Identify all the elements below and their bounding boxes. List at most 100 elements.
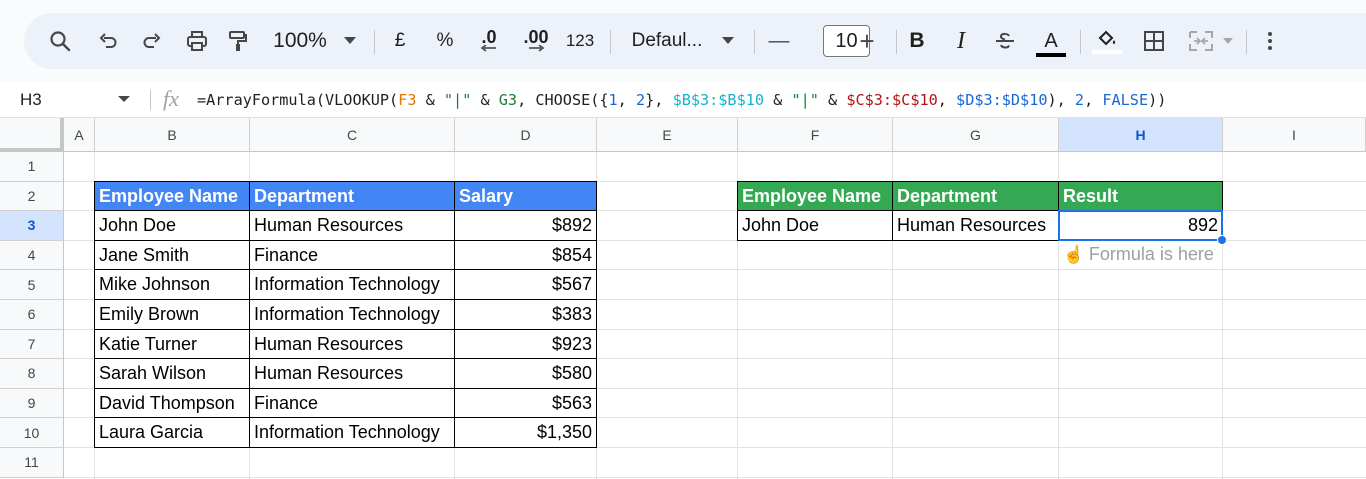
source-table-cell[interactable]: $854 — [454, 239, 597, 271]
lookup-table-header: Department — [892, 180, 1059, 212]
lookup-table-cell[interactable]: John Doe — [737, 210, 893, 241]
source-table-cell[interactable]: Human Resources — [249, 210, 455, 241]
print-icon[interactable] — [180, 13, 214, 69]
source-table-cell[interactable]: Information Technology — [249, 417, 455, 448]
formula-token: FALSE — [1102, 91, 1149, 109]
source-table-cell[interactable]: Jane Smith — [94, 239, 250, 271]
toolbar: 100% £ % .0 .00 123 Defaul... — 10 + B I — [24, 13, 1366, 69]
source-table-cell[interactable]: Sarah Wilson — [94, 358, 250, 389]
source-table-cell[interactable]: $567 — [454, 269, 597, 300]
row-header-3[interactable]: 3 — [0, 211, 64, 241]
source-table-cell[interactable]: $563 — [454, 387, 597, 419]
source-table-cell[interactable]: Emily Brown — [94, 299, 250, 330]
strikethrough-icon[interactable] — [990, 13, 1020, 69]
name-box-dropdown-icon[interactable] — [118, 96, 130, 102]
column-header-i[interactable]: I — [1223, 118, 1366, 152]
source-table-cell[interactable]: Finance — [249, 387, 455, 419]
lookup-table-header: Employee Name — [737, 180, 893, 212]
fill-handle[interactable] — [1217, 234, 1227, 245]
undo-icon[interactable] — [92, 13, 124, 69]
text-color-swatch — [1036, 53, 1066, 57]
formula-token: =ArrayFormula(VLOOKUP( — [197, 91, 399, 109]
search-icon[interactable] — [44, 13, 76, 69]
source-table-cell[interactable]: $580 — [454, 358, 597, 389]
column-header-g[interactable]: G — [893, 118, 1059, 152]
borders-icon[interactable] — [1138, 13, 1170, 69]
paint-format-icon[interactable] — [222, 13, 254, 69]
source-table-header: Salary — [454, 180, 597, 212]
source-table-cell[interactable]: $892 — [454, 210, 597, 241]
source-table-cell[interactable]: David Thompson — [94, 387, 250, 419]
formula-token: $D$3:$D$10 — [956, 91, 1048, 109]
formula-token: , CHOOSE({ — [517, 91, 609, 109]
more-options-icon[interactable] — [1256, 13, 1284, 69]
toolbar-divider — [1246, 30, 1247, 54]
redo-icon[interactable] — [136, 13, 168, 69]
select-all-corner[interactable] — [0, 118, 64, 152]
row-header-5[interactable]: 5 — [0, 270, 64, 300]
source-table-cell[interactable]: Mike Johnson — [94, 269, 250, 300]
currency-format-button[interactable]: £ — [388, 13, 412, 69]
row-header-1[interactable]: 1 — [0, 152, 64, 182]
increase-decimal-button[interactable]: .00 — [516, 13, 556, 69]
column-header-h[interactable]: H — [1059, 118, 1223, 152]
name-box[interactable]: H3 — [20, 82, 42, 118]
formula-token: ), — [1047, 91, 1075, 109]
column-header-c[interactable]: C — [250, 118, 455, 152]
formula-token: 1 — [608, 91, 618, 109]
formula-input[interactable]: =ArrayFormula(VLOOKUP(F3 & "|" & G3, CHO… — [197, 82, 1166, 118]
formula-token: 2 — [1074, 91, 1085, 109]
column-header-a[interactable]: A — [64, 118, 95, 152]
source-table-cell[interactable]: $383 — [454, 299, 597, 330]
source-table-cell[interactable]: Finance — [249, 239, 455, 271]
row-header-9[interactable]: 9 — [0, 388, 64, 419]
formula-token: & — [471, 91, 499, 109]
fill-color-icon[interactable] — [1090, 13, 1124, 69]
formula-token: )) — [1148, 91, 1167, 109]
formula-token: F3 — [398, 91, 417, 109]
source-table-cell[interactable]: Human Resources — [249, 358, 455, 389]
source-table-cell[interactable]: John Doe — [94, 210, 250, 241]
bold-button[interactable]: B — [904, 13, 930, 69]
zoom-select[interactable]: 100% — [270, 13, 330, 69]
source-table-cell[interactable]: Human Resources — [249, 328, 455, 360]
more-formats-button[interactable]: 123 — [562, 13, 598, 69]
formula-token: "|" — [443, 91, 472, 109]
source-table-cell[interactable]: Information Technology — [249, 269, 455, 300]
row-header-7[interactable]: 7 — [0, 329, 64, 360]
decrease-decimal-button[interactable]: .0 — [472, 13, 506, 69]
formula-token: }, — [645, 91, 673, 109]
row-header-8[interactable]: 8 — [0, 359, 64, 389]
zoom-dropdown-icon[interactable] — [340, 13, 360, 69]
merge-cells-icon[interactable] — [1182, 13, 1220, 69]
increase-font-size-button[interactable]: + — [852, 13, 882, 69]
row-header-10[interactable]: 10 — [0, 418, 64, 448]
lookup-table-cell[interactable]: Human Resources — [892, 210, 1059, 241]
source-table-cell[interactable]: $923 — [454, 328, 597, 360]
row-header-2[interactable]: 2 — [0, 181, 64, 212]
column-header-e[interactable]: E — [597, 118, 738, 152]
merge-dropdown-icon[interactable] — [1220, 13, 1236, 69]
column-header-b[interactable]: B — [95, 118, 250, 152]
row-header-4[interactable]: 4 — [0, 240, 64, 271]
arrow-left-icon — [480, 45, 496, 52]
pointing-up-hand-icon: ☝ — [1063, 244, 1089, 264]
text-color-letter: A — [1044, 30, 1058, 52]
source-table-cell[interactable]: Laura Garcia — [94, 417, 250, 448]
decrease-font-size-button[interactable]: — — [764, 13, 794, 69]
row-header-11[interactable]: 11 — [0, 448, 64, 478]
text-color-button[interactable]: A — [1034, 13, 1068, 69]
source-table-cell[interactable]: $1,350 — [454, 417, 597, 448]
row-header-6[interactable]: 6 — [0, 300, 64, 330]
column-header-f[interactable]: F — [738, 118, 893, 152]
formula-note: ☝ Formula is here — [1063, 244, 1214, 265]
fx-icon: fx — [163, 86, 179, 111]
source-table-cell[interactable]: Katie Turner — [94, 328, 250, 360]
percent-format-button[interactable]: % — [432, 13, 458, 69]
source-table-cell[interactable]: Information Technology — [249, 299, 455, 330]
italic-button[interactable]: I — [948, 13, 974, 69]
gridline — [64, 476, 1366, 478]
font-family-select[interactable]: Defaul... — [626, 13, 708, 69]
font-dropdown-icon[interactable] — [718, 13, 738, 69]
column-header-d[interactable]: D — [455, 118, 597, 152]
